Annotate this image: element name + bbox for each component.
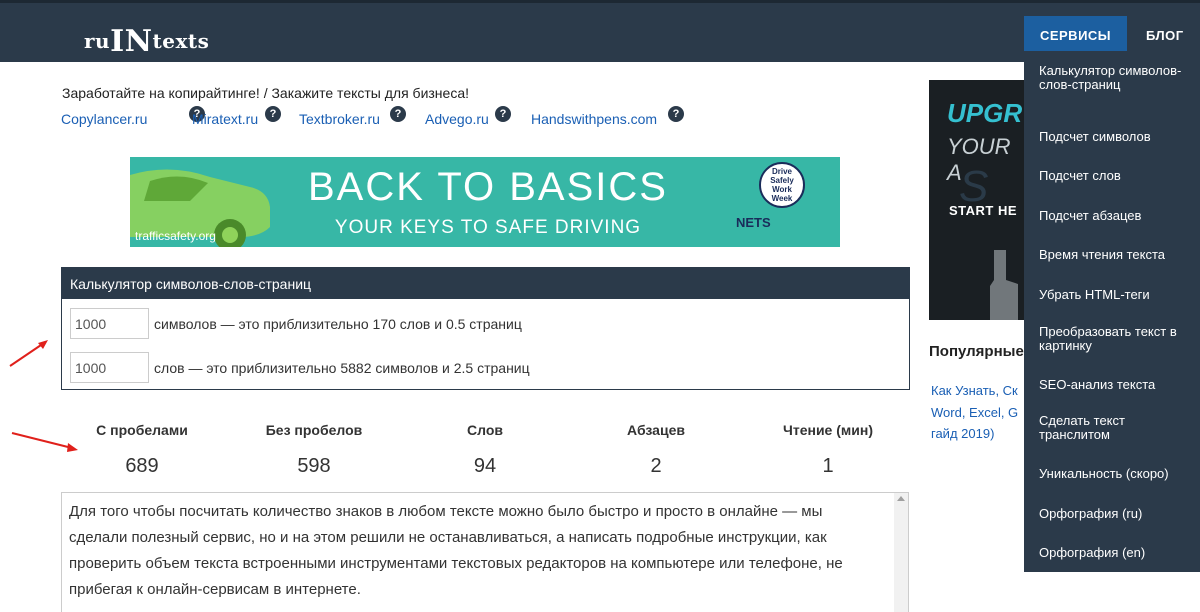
dropdown-item-calculator[interactable]: Калькулятор символов-слов-страниц (1024, 64, 1200, 92)
dropdown-item-spelling-ru[interactable]: Орфография (ru) (1024, 507, 1152, 521)
words-input[interactable]: 1000 (70, 352, 149, 383)
text-line: Для того чтобы посчитать количество знак… (69, 503, 823, 520)
stat-value-paragraphs: 2 (650, 455, 662, 477)
red-arrow-icon (11, 432, 78, 452)
dropdown-item-text-to-image[interactable]: Преобразовать текст в картинку (1024, 325, 1200, 353)
sidebar-ad[interactable]: S UPGR YOUR A START HE (929, 80, 1024, 320)
help-icon[interactable]: ? (668, 106, 684, 122)
stat-value-without-spaces: 598 (297, 455, 331, 477)
help-icon[interactable]: ? (495, 106, 511, 122)
link-handswithpens[interactable]: Handswithpens.com (531, 111, 657, 127)
popular-heading: Популярные (929, 343, 1024, 360)
badge-line-4: Week (772, 194, 793, 203)
scroll-up-arrow-icon[interactable] (897, 496, 905, 501)
calculator-panel: Калькулятор символов-слов-страниц 1000 с… (61, 267, 910, 390)
text-line: проверить объем текста встроенными инстр… (69, 555, 843, 572)
dropdown-item-transliterate[interactable]: Сделать текст транслитом (1024, 414, 1200, 442)
link-copylancer[interactable]: Copylancer.ru (61, 111, 147, 127)
ad-hand-graphic (990, 250, 1018, 320)
stat-label-paragraphs: Абзацев (627, 422, 685, 438)
stat-value-reading-time: 1 (822, 455, 834, 477)
badge-line-3: Work (772, 185, 792, 194)
link-textbroker[interactable]: Textbroker.ru (299, 111, 380, 127)
nav-blog-link[interactable]: БЛОГ (1146, 16, 1184, 54)
red-arrow-icon (9, 340, 48, 367)
text-line: сделали полезный сервис, но и на этом ре… (69, 529, 827, 546)
services-dropdown-menu: Калькулятор символов-слов-страниц Подсче… (1024, 51, 1200, 572)
stat-label-with-spaces: С пробелами (96, 422, 188, 438)
dropdown-item-reading-time[interactable]: Время чтения текста (1024, 248, 1175, 262)
calc-row-words: 1000 слов — это приблизительно 5882 симв… (70, 352, 530, 383)
ad-line-2: YOUR A (947, 134, 1011, 185)
words-result-text: слов — это приблизительно 5882 символов … (154, 359, 530, 376)
stat-value-words: 94 (473, 455, 497, 477)
nets-logo: NETS (736, 215, 771, 230)
drive-safely-badge-icon: Drive Safely Work Week (759, 162, 805, 208)
dropdown-item-remove-html[interactable]: Убрать HTML-теги (1024, 288, 1160, 302)
top-navbar: ruINtexts СЕРВИСЫ БЛОГ (0, 0, 1200, 62)
banner-title: BACK TO BASICS (308, 165, 668, 209)
calculator-title: Калькулятор символов-слов-страниц (62, 268, 909, 299)
site-logo[interactable]: ruINtexts (84, 21, 210, 59)
banner-subtitle: YOUR KEYS TO SAFE DRIVING (334, 217, 642, 238)
logo-part-ru: ru (84, 29, 111, 53)
badge-line-2: Safely (770, 176, 794, 185)
help-icon[interactable]: ? (265, 106, 281, 122)
text-line: прибегая к онлайн-сервисам в интернете. (69, 581, 361, 598)
link-advego[interactable]: Advego.ru (425, 111, 489, 127)
logo-part-in: IN (110, 24, 153, 59)
banner-ad[interactable]: BACK TO BASICS YOUR KEYS TO SAFE DRIVING… (130, 157, 840, 247)
ad-line-1: UPGR (947, 98, 1023, 128)
dropdown-item-uniqueness[interactable]: Уникальность (скоро) (1024, 467, 1179, 481)
help-icon[interactable]: ? (390, 106, 406, 122)
stat-label-words: Слов (467, 422, 503, 438)
ad-line-3: START HE (949, 203, 1018, 218)
badge-line-1: Drive (772, 167, 793, 176)
dropdown-item-paragraph-count[interactable]: Подсчет абзацев (1024, 209, 1151, 223)
dropdown-item-char-count[interactable]: Подсчет символов (1024, 130, 1161, 144)
logo-part-texts: texts (152, 29, 210, 53)
dropdown-item-word-count[interactable]: Подсчет слов (1024, 169, 1131, 183)
dropdown-item-spelling-en[interactable]: Орфография (en) (1024, 546, 1155, 560)
dropdown-item-seo-analysis[interactable]: SEO-анализ текста (1024, 378, 1165, 392)
chars-result-text: символов — это приблизительно 170 слов и… (154, 315, 522, 332)
text-input-area[interactable]: Для того чтобы посчитать количество знак… (61, 492, 909, 612)
calc-row-chars: 1000 символов — это приблизительно 170 с… (70, 308, 522, 339)
textarea-scrollbar[interactable] (894, 493, 908, 612)
link-miratext[interactable]: Miratext.ru (192, 111, 258, 127)
nav-services-button[interactable]: СЕРВИСЫ (1024, 16, 1127, 54)
stat-label-without-spaces: Без пробелов (265, 422, 363, 438)
stat-label-reading-time: Чтение (мин) (783, 422, 873, 438)
banner-site: trafficsafety.org (135, 229, 216, 243)
intro-text: Заработайте на копирайтинге! / Закажите … (62, 85, 470, 101)
popular-article-link[interactable]: Как Узнать, Ск Word, Excel, G гайд 2019) (931, 380, 1026, 446)
chars-input[interactable]: 1000 (70, 308, 149, 339)
stat-value-with-spaces: 689 (125, 455, 159, 477)
